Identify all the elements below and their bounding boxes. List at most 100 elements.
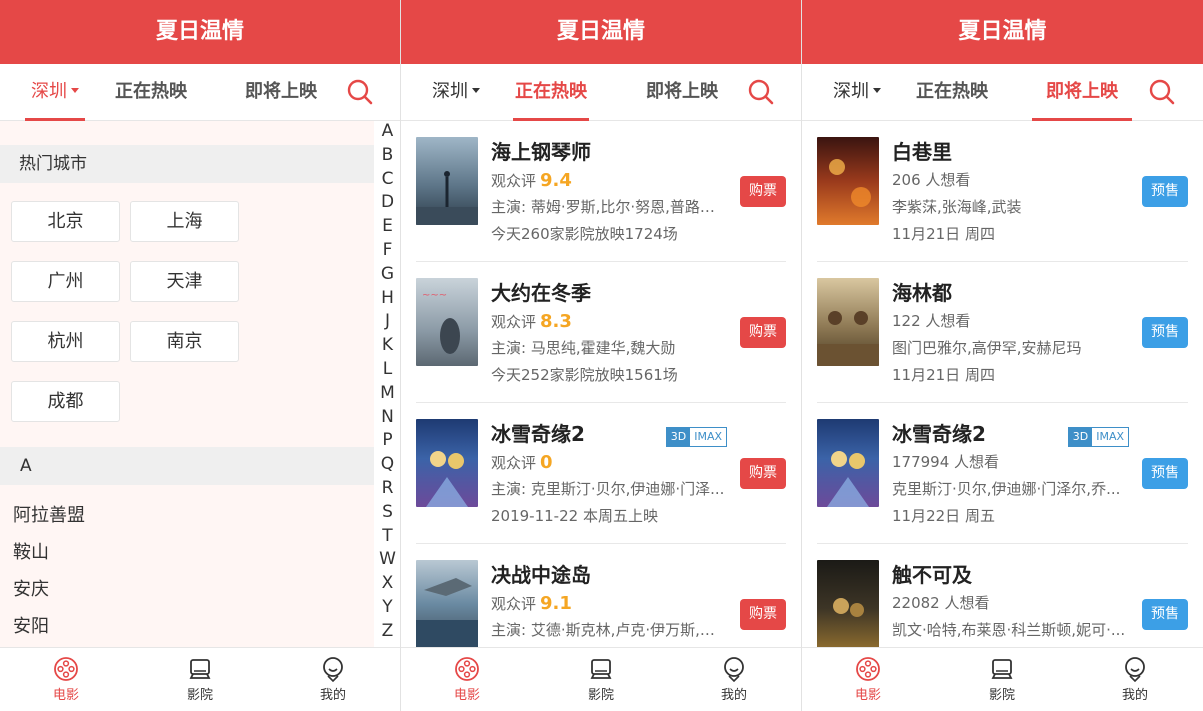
hot-city-button[interactable]: 北京 bbox=[11, 201, 120, 242]
hot-city-button[interactable]: 成都 bbox=[11, 381, 120, 422]
index-letter[interactable]: X bbox=[374, 573, 400, 593]
coming-soon-screen: 夏日温情 深圳 正在热映 即将上映 白巷里 206 人想看 李紫莯,张海峰,武装 bbox=[802, 0, 1203, 711]
index-letter[interactable]: K bbox=[374, 335, 400, 355]
index-letter[interactable]: B bbox=[374, 145, 400, 165]
index-letter[interactable]: A bbox=[374, 121, 400, 141]
tab-coming-soon[interactable]: 即将上映 bbox=[243, 64, 319, 121]
index-letter[interactable]: P bbox=[374, 430, 400, 450]
movie-poster[interactable] bbox=[817, 419, 879, 507]
nav-cinema[interactable]: 影院 bbox=[170, 656, 230, 703]
buy-ticket-button[interactable]: 购票 bbox=[740, 458, 786, 489]
hot-city-button[interactable]: 南京 bbox=[130, 321, 239, 362]
movie-item[interactable]: 冰雪奇缘2 177994 人想看 克里斯汀·贝尔,伊迪娜·门泽尔,乔... 11… bbox=[817, 403, 1188, 544]
nav-mine[interactable]: 我的 bbox=[704, 656, 764, 703]
index-letter[interactable]: J bbox=[374, 311, 400, 331]
tab-coming-soon[interactable]: 即将上映 bbox=[644, 64, 720, 121]
movie-poster[interactable] bbox=[817, 278, 879, 366]
nav-mine[interactable]: 我的 bbox=[1105, 656, 1165, 703]
chevron-down-icon bbox=[472, 87, 480, 93]
hot-city-button[interactable]: 天津 bbox=[130, 261, 239, 302]
index-letter[interactable]: C bbox=[374, 169, 400, 189]
index-letter[interactable]: Y bbox=[374, 597, 400, 617]
index-letter[interactable]: R bbox=[374, 478, 400, 498]
city-list-item[interactable]: 鞍山 bbox=[0, 534, 374, 571]
city-list-item[interactable]: 阿拉善盟 bbox=[0, 497, 374, 534]
movie-wish-count: 122 人想看 bbox=[892, 312, 971, 330]
index-letter[interactable]: S bbox=[374, 502, 400, 522]
city-selector[interactable]: 深圳 bbox=[426, 64, 486, 121]
index-letter[interactable]: T bbox=[374, 526, 400, 546]
index-letter[interactable]: D bbox=[374, 192, 400, 212]
index-letter[interactable]: G bbox=[374, 264, 400, 284]
nav-movie[interactable]: 电影 bbox=[838, 656, 898, 703]
city-selector[interactable]: 深圳 bbox=[827, 64, 887, 121]
movie-item[interactable]: 触不可及 22082 人想看 凯文·哈特,布莱恩·科兰斯顿,妮可·... 预售 bbox=[817, 544, 1188, 647]
nav-cinema[interactable]: 影院 bbox=[571, 656, 631, 703]
movie-item[interactable]: 海上钢琴师 观众评 9.4 主演: 蒂姆·罗斯,比尔·努恩,普路特... 今天26… bbox=[416, 121, 786, 262]
tab-now-playing[interactable]: 正在热映 bbox=[914, 64, 990, 121]
movie-title: 海林都 bbox=[892, 281, 952, 305]
movie-poster[interactable] bbox=[416, 419, 478, 507]
index-letter[interactable]: L bbox=[374, 359, 400, 379]
movie-item[interactable]: ~~~ 大约在冬季 观众评 8.3 主演: 马思纯,霍建华,魏大勋 今天252家影… bbox=[416, 262, 786, 403]
tab-coming-soon[interactable]: 即将上映 bbox=[1032, 64, 1132, 121]
movie-item[interactable]: 冰雪奇缘2 观众评 0 主演: 克里斯汀·贝尔,伊迪娜·门泽... 2019-11… bbox=[416, 403, 786, 544]
search-icon[interactable] bbox=[346, 78, 374, 106]
index-letter[interactable]: W bbox=[374, 549, 400, 569]
badge-imax: IMAX bbox=[1092, 428, 1128, 446]
movie-score: 8.3 bbox=[540, 311, 572, 332]
presale-button[interactable]: 预售 bbox=[1142, 176, 1188, 207]
tab-now-playing[interactable]: 正在热映 bbox=[513, 64, 589, 121]
index-letter[interactable]: N bbox=[374, 407, 400, 427]
hot-city-button[interactable]: 上海 bbox=[130, 201, 239, 242]
movie-poster[interactable] bbox=[416, 560, 478, 647]
buy-ticket-button[interactable]: 购票 bbox=[740, 176, 786, 207]
nav-mine[interactable]: 我的 bbox=[303, 656, 363, 703]
movie-poster[interactable] bbox=[817, 137, 879, 225]
presale-button[interactable]: 预售 bbox=[1142, 599, 1188, 630]
nav-movie[interactable]: 电影 bbox=[36, 656, 96, 703]
presale-button[interactable]: 预售 bbox=[1142, 317, 1188, 348]
top-tabs: 深圳 正在热映 即将上映 bbox=[0, 64, 400, 121]
nav-cinema-label: 影院 bbox=[587, 688, 614, 703]
presale-button[interactable]: 预售 bbox=[1142, 458, 1188, 489]
index-letter[interactable]: H bbox=[374, 288, 400, 308]
movie-item[interactable]: 决战中途岛 观众评 9.1 主演: 艾德·斯克林,卢克·伊万斯,帕... 购票 bbox=[416, 544, 786, 647]
movie-list[interactable]: 海上钢琴师 观众评 9.4 主演: 蒂姆·罗斯,比尔·努恩,普路特... 今天26… bbox=[401, 121, 801, 647]
nav-cinema[interactable]: 影院 bbox=[972, 656, 1032, 703]
index-letter[interactable]: M bbox=[374, 383, 400, 403]
search-icon[interactable] bbox=[747, 78, 775, 106]
search-icon[interactable] bbox=[1148, 78, 1176, 106]
badge-3d: 3D bbox=[666, 428, 691, 446]
tab-now-playing[interactable]: 正在热映 bbox=[113, 64, 189, 121]
movie-info: 大约在冬季 观众评 8.3 主演: 马思纯,霍建华,魏大勋 今天252家影院放映1… bbox=[491, 278, 726, 389]
bottom-nav: 电影 影院 我的 bbox=[0, 647, 400, 711]
svg-text:~~~: ~~~ bbox=[422, 290, 447, 301]
movie-list[interactable]: 白巷里 206 人想看 李紫莯,张海峰,武装 11月21日 周四 预售 海林都 … bbox=[802, 121, 1203, 647]
badge-imax: IMAX bbox=[690, 428, 726, 446]
badge-3d: 3D bbox=[1068, 428, 1093, 446]
city-list-item[interactable]: 安阳 bbox=[0, 608, 374, 645]
format-badge: 3D IMAX bbox=[665, 427, 727, 447]
nav-movie[interactable]: 电影 bbox=[437, 656, 497, 703]
bottom-nav: 电影 影院 我的 bbox=[802, 647, 1203, 711]
index-letter[interactable]: F bbox=[374, 240, 400, 260]
city-list[interactable]: 热门城市 北京 上海 广州 天津 杭州 南京 成都 A 阿拉善盟 鞍山 安庆 安… bbox=[0, 121, 374, 647]
index-letter[interactable]: E bbox=[374, 216, 400, 236]
movie-item[interactable]: 白巷里 206 人想看 李紫莯,张海峰,武装 11月21日 周四 预售 bbox=[817, 121, 1188, 262]
city-list-item[interactable]: 安庆 bbox=[0, 571, 374, 608]
top-tabs: 深圳 正在热映 即将上映 bbox=[802, 64, 1203, 121]
hot-city-button[interactable]: 杭州 bbox=[11, 321, 120, 362]
buy-ticket-button[interactable]: 购票 bbox=[740, 599, 786, 630]
index-letter[interactable]: Q bbox=[374, 454, 400, 474]
movie-poster[interactable] bbox=[817, 560, 879, 647]
city-tab[interactable]: 深圳 bbox=[25, 64, 85, 121]
index-letter[interactable]: Z bbox=[374, 621, 400, 641]
buy-ticket-button[interactable]: 购票 bbox=[740, 317, 786, 348]
movie-item[interactable]: 海林都 122 人想看 图门巴雅尔,高伊罕,安赫尼玛 11月21日 周四 预售 bbox=[817, 262, 1188, 403]
movie-poster[interactable]: ~~~ bbox=[416, 278, 478, 366]
bottom-nav: 电影 影院 我的 bbox=[401, 647, 801, 711]
nav-movie-label: 电影 bbox=[854, 688, 881, 703]
hot-city-button[interactable]: 广州 bbox=[11, 261, 120, 302]
movie-poster[interactable] bbox=[416, 137, 478, 225]
